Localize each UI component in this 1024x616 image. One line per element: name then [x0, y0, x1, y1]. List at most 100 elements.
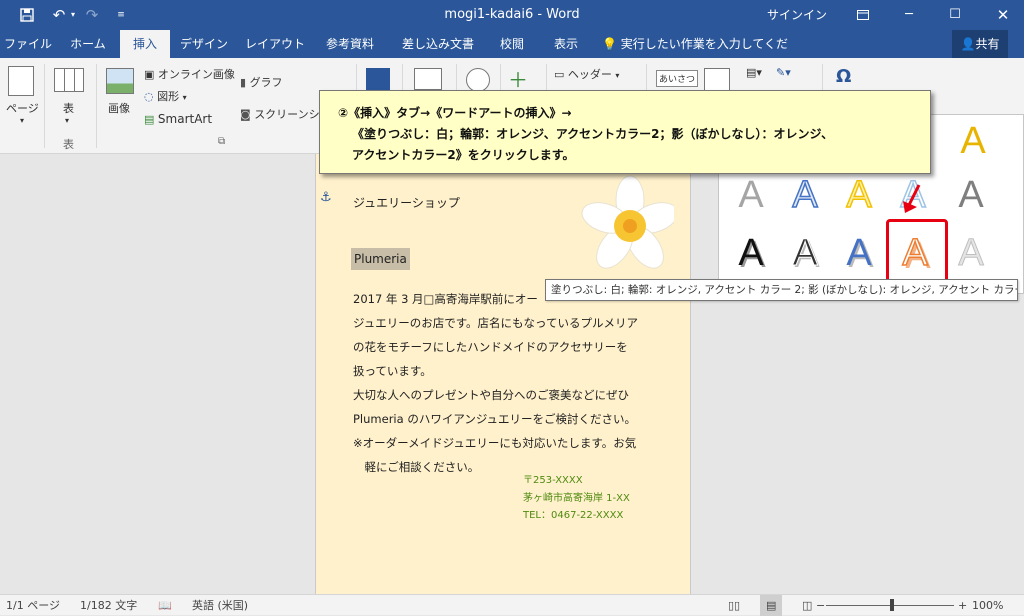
- wordart-tooltip: 塗りつぶし: 白; 輪郭: オレンジ, アクセント カラー 2; 影 (ぼかしな…: [545, 279, 1018, 301]
- wordart-style-black-shadow[interactable]: A: [725, 227, 777, 279]
- doc-line: 軽にご相談ください。: [353, 460, 480, 474]
- shapes-label: 図形: [157, 90, 180, 103]
- doc-line: 大切な人へのプレゼントや自分へのご褒美などにぜひ: [353, 388, 629, 402]
- doc-line: Plumeria のハワイアンジュエリーをご検討ください。: [353, 412, 637, 426]
- close-icon[interactable]: ✕: [988, 0, 1018, 30]
- ribbon-display-options-icon[interactable]: [850, 0, 876, 30]
- new-comment-icon[interactable]: ＋: [508, 64, 528, 93]
- anchor-icon: ⚓: [320, 190, 332, 205]
- tab-insert[interactable]: 挿入: [120, 30, 170, 58]
- print-layout-icon[interactable]: ▤: [760, 595, 783, 616]
- plumeria-flower-image[interactable]: [574, 172, 674, 272]
- shapes-dropdown-icon: ▾: [182, 93, 187, 102]
- doc-line: ※オーダーメイドジュエリーにも対応いたします。お気: [353, 436, 637, 450]
- undo-dropdown-icon[interactable]: ▾: [68, 0, 78, 30]
- zoom-slider-thumb[interactable]: [890, 599, 894, 611]
- tab-view[interactable]: 表示: [544, 30, 588, 58]
- tell-me-box[interactable]: 💡 実行したい作業を入力してください: [602, 30, 792, 79]
- title-bar: ↶ ▾ ↷ ≡ mogi1-kadai6 - Word サインイン ─ ☐ ✕: [0, 0, 1024, 30]
- doc-line: の花をモチーフにしたハンドメイドのアクセサリーを: [353, 340, 628, 354]
- tab-layout[interactable]: レイアウト: [244, 30, 306, 58]
- read-mode-icon[interactable]: ▯▯: [728, 595, 740, 616]
- tab-references[interactable]: 参考資料: [318, 30, 382, 58]
- picture-button-label[interactable]: 画像: [108, 100, 130, 116]
- picture-icon[interactable]: [106, 68, 134, 94]
- online-picture-label: オンライン画像: [157, 68, 235, 81]
- document-page[interactable]: ⚓ ジュエリーショップ Plumeria 2017 年 3 月□高寄海岸駅前にオ…: [315, 154, 691, 594]
- ribbon-separator: [96, 64, 97, 148]
- table-dropdown-icon[interactable]: ▾: [65, 116, 69, 125]
- zoom-level[interactable]: 100%: [972, 595, 1003, 616]
- wordart-style-dark-outline[interactable]: A: [779, 227, 831, 279]
- signin-link[interactable]: サインイン: [765, 0, 829, 30]
- screenshot-icon: ◙: [240, 108, 251, 121]
- page-count[interactable]: 1/1 ページ: [6, 595, 60, 616]
- illustrations-dialog-launcher[interactable]: ⧉: [218, 136, 225, 147]
- language-indicator[interactable]: 英語 (米国): [192, 595, 248, 616]
- wordart-icon[interactable]: ✎▾: [776, 66, 791, 79]
- pages-button-label[interactable]: ページ: [6, 100, 39, 116]
- tab-file[interactable]: ファイル: [0, 30, 56, 58]
- minimize-icon[interactable]: ─: [894, 0, 924, 30]
- greeting-button[interactable]: あいさつ: [656, 70, 699, 87]
- save-icon[interactable]: [14, 0, 40, 30]
- zoom-out-icon[interactable]: −: [816, 595, 825, 616]
- wordart-style-blue-fill[interactable]: A: [833, 227, 885, 279]
- address-street: 茅ヶ崎市高寄海岸 1-XX: [523, 493, 630, 504]
- chart-button[interactable]: ▮ グラフ: [240, 74, 283, 90]
- instruction-callout: ②《挿入》タブ→《ワードアートの挿入》→ 《塗りつぶし：白；輪郭：オレンジ、アク…: [319, 90, 931, 174]
- table-button-label[interactable]: 表: [63, 100, 74, 116]
- doc-line: 2017 年 3 月□高寄海岸駅前にオー: [353, 292, 538, 306]
- wordart-style-gray-shadow[interactable]: A: [945, 169, 997, 221]
- word-count[interactable]: 1/182 文字: [80, 595, 137, 616]
- selected-style-highlight: [886, 219, 948, 283]
- tab-design[interactable]: デザイン: [176, 30, 232, 58]
- header-icon: ▭: [554, 68, 565, 81]
- shapes-button[interactable]: ◌ 図形 ▾: [144, 88, 187, 104]
- plumeria-title: Plumeria: [351, 248, 410, 270]
- wordart-style-blue-outline[interactable]: A: [779, 169, 831, 221]
- customize-qat-icon[interactable]: ≡: [114, 0, 128, 30]
- wordart-style-light-gray[interactable]: A: [945, 227, 997, 279]
- proofing-icon[interactable]: 📖: [158, 595, 172, 616]
- red-arrow-icon: [903, 184, 921, 213]
- web-layout-icon[interactable]: ◫: [802, 595, 812, 616]
- tab-mailings[interactable]: 差し込み文書: [396, 30, 480, 58]
- doc-heading: ジュエリーショップ: [353, 196, 460, 210]
- header-button[interactable]: ▭ ヘッダー ▾: [554, 66, 619, 82]
- tab-review[interactable]: 校閲: [490, 30, 534, 58]
- wordart-style-gray-gradient[interactable]: A: [725, 169, 777, 221]
- header-dropdown-icon: ▾: [615, 71, 620, 80]
- maximize-icon[interactable]: ☐: [940, 0, 970, 30]
- lightbulb-icon: 💡: [602, 37, 617, 51]
- share-button[interactable]: 👤共有: [952, 30, 1008, 58]
- textbox-icon[interactable]: [704, 68, 730, 92]
- addins-icon[interactable]: [366, 68, 390, 92]
- pages-icon[interactable]: [8, 66, 34, 96]
- wordart-style-gold-bevel[interactable]: A: [947, 115, 999, 167]
- tab-home[interactable]: ホーム: [62, 30, 114, 58]
- pages-dropdown-icon[interactable]: ▾: [20, 116, 24, 125]
- smartart-icon: ▤: [144, 113, 155, 126]
- callout-line-3: アクセントカラー2》をクリックします。: [352, 148, 575, 162]
- zoom-in-icon[interactable]: +: [958, 595, 967, 616]
- screenshot-button[interactable]: ◙ スクリーンショ: [240, 106, 331, 122]
- share-label: 共有: [975, 37, 1000, 51]
- smartart-button[interactable]: ▤ SmartArt: [144, 112, 212, 126]
- status-bar: 1/1 ページ 1/182 文字 📖 英語 (米国) ▯▯ ▤ ◫ − + 10…: [0, 594, 1024, 616]
- redo-icon[interactable]: ↷: [83, 0, 101, 30]
- smartart-label: SmartArt: [157, 112, 213, 126]
- callout-line-2: 《塗りつぶし：白；輪郭：オレンジ、アクセントカラー2；影（ぼかしなし）：オレンジ…: [352, 127, 834, 141]
- undo-icon[interactable]: ↶: [48, 0, 70, 30]
- online-video-icon[interactable]: [414, 68, 442, 90]
- table-icon[interactable]: [54, 68, 84, 92]
- chart-label: グラフ: [249, 76, 283, 89]
- doc-line: 扱っています。: [353, 364, 432, 378]
- links-icon[interactable]: [466, 68, 490, 92]
- wordart-style-gold-outline[interactable]: A: [833, 169, 885, 221]
- symbol-button[interactable]: Ω: [836, 66, 851, 87]
- quick-parts-icon[interactable]: ▤▾: [746, 66, 762, 79]
- table-group-label: 表: [63, 138, 74, 151]
- ribbon-separator: [44, 64, 45, 148]
- online-picture-button[interactable]: ▣ オンライン画像: [144, 66, 235, 82]
